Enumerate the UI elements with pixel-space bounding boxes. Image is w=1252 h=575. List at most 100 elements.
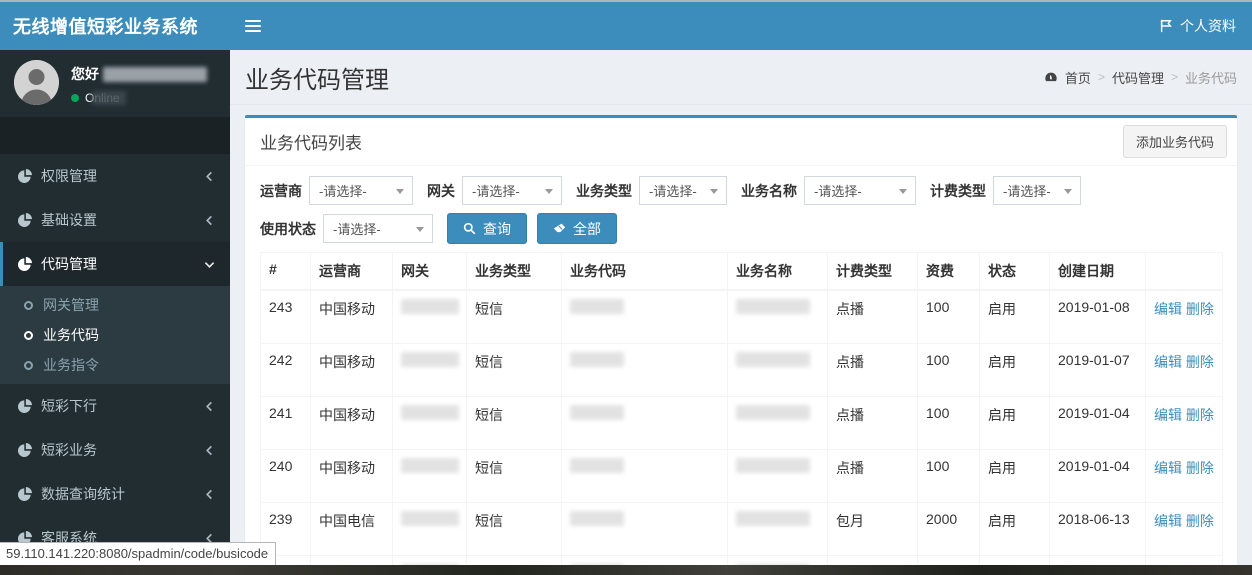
add-busicode-button[interactable]: 添加业务代码 (1122, 125, 1227, 158)
table-cell-code (561, 342, 728, 397)
caret-down-icon (416, 227, 424, 232)
table-cell-code (561, 554, 728, 565)
delete-link[interactable]: 删除 (1186, 460, 1214, 476)
select-placeholder: -请选择- (333, 222, 381, 237)
table-cell-code (561, 395, 728, 450)
table-cell-actions: 编辑 删除 (1145, 395, 1223, 450)
table-cell-actions: 编辑 删除 (1145, 289, 1223, 344)
breadcrumb-current: 业务代码 (1184, 70, 1237, 86)
username-redacted (103, 66, 207, 82)
table-cell-created: 2017-08-24 (1049, 554, 1146, 565)
caret-down-icon (545, 189, 553, 194)
table-cell-status: 启用 (979, 342, 1050, 397)
delete-link[interactable]: 删除 (1186, 513, 1214, 529)
billing-type-select[interactable]: -请选择- (993, 176, 1081, 205)
table-cell-created: 2019-01-07 (1049, 342, 1146, 397)
breadcrumb-separator: > (1097, 70, 1105, 84)
table-cell-id: 240 (260, 448, 311, 503)
status-bar-url: 59.110.141.220:8080/spadmin/code/busicod… (0, 542, 277, 565)
table-cell-operator: 中国移动 (310, 289, 393, 344)
breadcrumb-code-mgmt[interactable]: 代码管理 (1112, 68, 1164, 87)
billing-type-filter-label: 计费类型 (930, 182, 986, 199)
busi-type-filter-label: 业务类型 (576, 182, 632, 199)
sidebar-item-label: 权限管理 (41, 168, 97, 184)
circle-icon (24, 300, 33, 310)
table-cell-created: 2019-01-04 (1049, 395, 1146, 450)
table-cell-busi_type: 短信 (466, 554, 562, 565)
delete-link[interactable]: 删除 (1186, 354, 1214, 370)
table-cell-created: 2019-01-08 (1049, 289, 1146, 344)
table-cell-operator: 中国移动 (310, 448, 393, 503)
edit-link[interactable]: 编辑 (1154, 513, 1182, 529)
edit-link[interactable]: 编辑 (1154, 460, 1182, 476)
table-cell-actions: 编辑 删除 (1145, 342, 1223, 397)
table-cell-status: 启用 (979, 448, 1050, 503)
profile-label: 个人资料 (1180, 18, 1236, 34)
table-cell-actions: 编辑 删除 (1145, 554, 1223, 565)
select-placeholder: -请选择- (1003, 184, 1051, 199)
table-cell-billing: 包月 (827, 501, 918, 556)
sidebar-item[interactable]: 基础设置 (0, 198, 230, 242)
table-cell-status: 启用 (979, 501, 1050, 556)
table-cell-gateway (392, 554, 467, 565)
table-cell-status: 启用 (979, 395, 1050, 450)
sidebar-subitem[interactable]: 业务指令 (0, 350, 230, 380)
search-button[interactable]: 查询 (447, 213, 527, 244)
sidebar-item[interactable]: 短彩业务 (0, 428, 230, 472)
desktop-wallpaper (0, 565, 1252, 575)
edit-link[interactable]: 编辑 (1154, 301, 1182, 317)
sidebar-submenu: 网关管理业务代码 业务指令 (0, 286, 230, 384)
sidebar-item[interactable]: 代码管理 (0, 242, 230, 286)
app-logo[interactable]: 无线增值短彩业务系统 (0, 2, 230, 50)
redacted-value (570, 404, 624, 420)
table-cell-billing: 点播 (827, 554, 918, 565)
column-header: 状态 (979, 252, 1050, 291)
panel-title: 业务代码列表 (260, 134, 362, 153)
table-row: 239 中国电信 短信 包月 2000 启用 2018-06-13 编辑 删除 (260, 501, 1223, 556)
table-cell-id: 243 (260, 289, 311, 344)
profile-link[interactable]: 个人资料 (1143, 2, 1252, 50)
redacted-value (401, 457, 459, 473)
busi-type-select[interactable]: -请选择- (639, 176, 727, 205)
edit-link[interactable]: 编辑 (1154, 407, 1182, 423)
table-row: 117中国电信短信点播500启用2017-08-24编辑 删除 (260, 554, 1223, 565)
select-placeholder: -请选择- (814, 184, 862, 199)
sidebar-toggle-button[interactable] (230, 2, 275, 50)
avatar[interactable] (14, 60, 59, 105)
sidebar-subitem[interactable]: 业务代码 (0, 320, 230, 350)
table-cell-operator: 中国电信 (310, 501, 393, 556)
table-cell-gateway (392, 501, 467, 556)
delete-link[interactable]: 删除 (1186, 407, 1214, 423)
delete-link[interactable]: 删除 (1186, 301, 1214, 317)
table-cell-code (561, 289, 728, 344)
sidebar-subitem[interactable]: 网关管理 (0, 290, 230, 320)
sidebar-item[interactable]: 数据查询统计 (0, 472, 230, 516)
caret-down-icon (899, 189, 907, 194)
gateway-select[interactable]: -请选择- (462, 176, 562, 205)
redacted-value (736, 510, 810, 526)
sidebar-item[interactable]: 权限管理 (0, 154, 230, 198)
all-button-label: 全部 (573, 220, 601, 237)
greeting-label: 您好 (71, 66, 99, 82)
top-navbar: 无线增值短彩业务系统 个人资料 (0, 2, 1252, 50)
operator-select[interactable]: -请选择- (309, 176, 413, 205)
show-all-button[interactable]: 全部 (537, 213, 617, 244)
table-row: 240 中国移动 短信 点播 100 启用 2019-01-04 编辑 删除 (260, 448, 1223, 503)
use-status-select[interactable]: -请选择- (323, 214, 433, 243)
busi-name-select[interactable]: -请选择- (804, 176, 916, 205)
redacted-value (570, 457, 624, 473)
redacted-value (736, 299, 810, 314)
user-panel: 您好 Online (0, 50, 230, 117)
redacted-value (401, 404, 459, 420)
online-status-label: Online (85, 91, 120, 105)
select-placeholder: -请选择- (649, 184, 697, 199)
edit-link[interactable]: 编辑 (1154, 354, 1182, 370)
sidebar-item[interactable]: 短彩下行 (0, 384, 230, 428)
sidebar-subitem-label: 网关管理 (43, 297, 99, 313)
redacted-value (570, 351, 624, 367)
table-cell-busi_type: 短信 (466, 289, 562, 344)
column-header: 业务类型 (466, 252, 562, 291)
content-area: 业务代码管理 首页 > 代码管理 > 业务代码 业务代码列表 添加业务代码 运营… (230, 50, 1252, 565)
breadcrumb-home[interactable]: 首页 (1065, 68, 1091, 87)
table-row: 242 中国移动 短信 点播 100 启用 2019-01-07 编辑 删除 (260, 342, 1223, 397)
